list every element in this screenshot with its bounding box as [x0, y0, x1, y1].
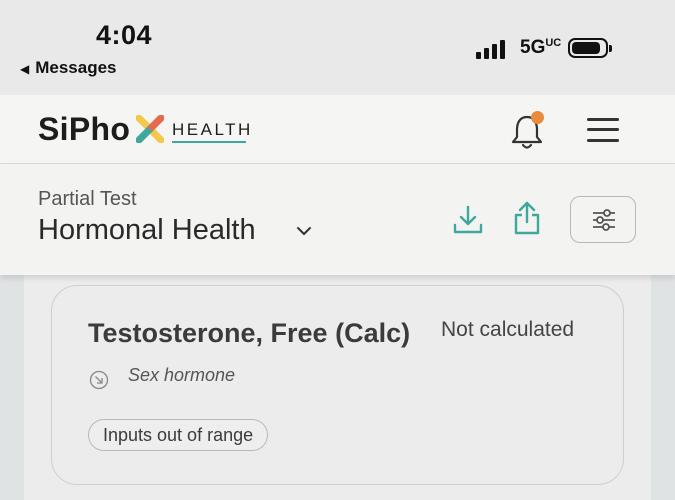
hamburger-menu-icon[interactable] [587, 116, 619, 144]
biomarker-category: Sex hormone [128, 365, 236, 385]
logo-health-text: HEALTH [172, 120, 253, 139]
back-arrow-icon: ◀ [20, 62, 30, 76]
test-header: Partial Test Hormonal Health [0, 164, 675, 275]
battery-icon [568, 38, 612, 58]
network-suffix: UC [545, 37, 562, 49]
back-to-messages[interactable]: ◀ Messages [20, 58, 117, 78]
biomarker-name: Testosterone, Free (Calc) [88, 318, 411, 348]
trend-arrow-icon [89, 370, 109, 390]
test-title[interactable]: Hormonal Health [38, 214, 256, 247]
test-subtitle: Partial Test [38, 188, 137, 210]
logo-x-icon [136, 115, 164, 143]
logo-underline [172, 141, 246, 143]
share-icon[interactable] [512, 200, 542, 236]
notification-dot [531, 111, 544, 124]
status-bar: 4:04 ◀ Messages 5GUC [0, 0, 675, 95]
network-label: 5G [520, 37, 546, 58]
filter-sliders-icon [593, 209, 615, 231]
status-badge: Inputs out of range [88, 419, 269, 451]
clock: 4:04 [96, 20, 153, 50]
app-header: SiPho HEALTH [0, 95, 675, 164]
filter-button[interactable] [570, 196, 636, 243]
network-indicator: 5GUC [520, 37, 561, 59]
back-label: Messages [35, 58, 117, 77]
logo-text: SiPho [38, 111, 131, 147]
download-icon[interactable] [452, 203, 484, 235]
signal-icon [476, 39, 508, 59]
biomarker-status: Not calculated [441, 318, 575, 341]
chevron-down-icon[interactable] [296, 225, 312, 237]
